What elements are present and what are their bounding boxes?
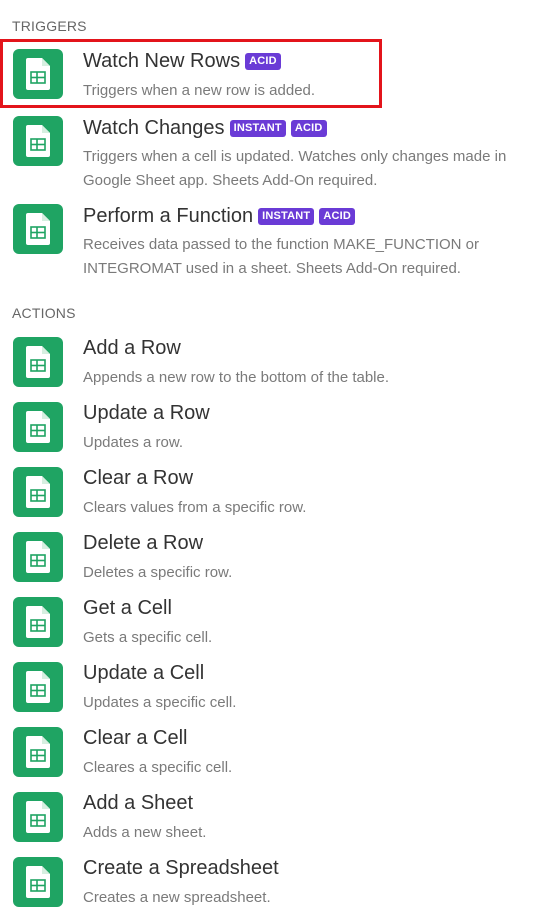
item-title: Watch Changes [83, 117, 225, 139]
action-item-update-a-cell[interactable]: Update a Cell Updates a specific cell. [0, 658, 545, 716]
google-sheets-icon [13, 49, 63, 99]
acid-badge: ACID [290, 120, 327, 137]
trigger-item-watch-changes[interactable]: Watch Changes INSTANT ACID Triggers when… [0, 113, 545, 193]
action-item-add-a-row[interactable]: Add a Row Appends a new row to the bottom… [0, 333, 545, 391]
action-item-get-a-cell[interactable]: Get a Cell Gets a specific cell. [0, 593, 545, 651]
google-sheets-icon [13, 532, 63, 582]
instant-badge: INSTANT [229, 120, 286, 137]
trigger-item-perform-a-function[interactable]: Perform a Function INSTANT ACID Receives… [0, 201, 545, 281]
google-sheets-icon [13, 597, 63, 647]
item-description: Triggers when a new row is added. [83, 82, 316, 99]
item-description: Updates a row. [83, 434, 184, 451]
item-title: Create a Spreadsheet [83, 857, 279, 879]
item-title: Delete a Row [83, 532, 204, 554]
item-title: Perform a Function [83, 205, 254, 227]
item-title: Update a Row [83, 402, 210, 424]
google-sheets-icon [13, 204, 63, 254]
item-description: Creates a new spreadsheet. [83, 889, 271, 906]
item-description: Adds a new sheet. [83, 824, 207, 841]
item-description: Cleares a specific cell. [83, 759, 233, 776]
google-sheets-icon [13, 792, 63, 842]
item-title: Get a Cell [83, 597, 172, 619]
item-title: Watch New Rows [83, 50, 241, 72]
google-sheets-icon [13, 727, 63, 777]
item-title: Clear a Row [83, 467, 194, 489]
google-sheets-icon [13, 857, 63, 907]
action-item-add-a-sheet[interactable]: Add a Sheet Adds a new sheet. [0, 788, 545, 846]
instant-badge: INSTANT [258, 208, 315, 225]
google-sheets-icon [13, 662, 63, 712]
google-sheets-icon [13, 116, 63, 166]
item-description: Triggers when a cell is updated. Watches… [83, 148, 507, 189]
item-description: Gets a specific cell. [83, 629, 213, 646]
item-description: Clears values from a specific row. [83, 499, 307, 516]
action-item-delete-a-row[interactable]: Delete a Row Deletes a specific row. [0, 528, 545, 586]
item-description: Appends a new row to the bottom of the t… [83, 369, 390, 386]
acid-badge: ACID [319, 208, 356, 225]
item-title: Add a Row [83, 337, 181, 359]
action-item-update-a-row[interactable]: Update a Row Updates a row. [0, 398, 545, 456]
item-description: Updates a specific cell. [83, 694, 237, 711]
trigger-item-watch-new-rows[interactable]: Watch New Rows ACID Triggers when a new … [0, 46, 545, 106]
acid-badge: ACID [245, 53, 281, 70]
google-sheets-icon [13, 402, 63, 452]
item-title: Update a Cell [83, 662, 205, 684]
action-item-create-a-spreadsheet[interactable]: Create a Spreadsheet Creates a new spread… [0, 853, 545, 911]
action-item-clear-a-cell[interactable]: Clear a Cell Cleares a specific cell. [0, 723, 545, 781]
google-sheets-icon [13, 467, 63, 517]
action-item-clear-a-row[interactable]: Clear a Row Clears values from a specific… [0, 463, 545, 521]
google-sheets-icon [13, 337, 63, 387]
item-title: Add a Sheet [83, 792, 194, 814]
item-description: Receives data passed to the function MAK… [83, 236, 480, 277]
actions-header: ACTIONS [12, 305, 76, 321]
item-title: Clear a Cell [83, 727, 188, 749]
triggers-header: TRIGGERS [12, 18, 87, 34]
item-description: Deletes a specific row. [83, 564, 233, 581]
